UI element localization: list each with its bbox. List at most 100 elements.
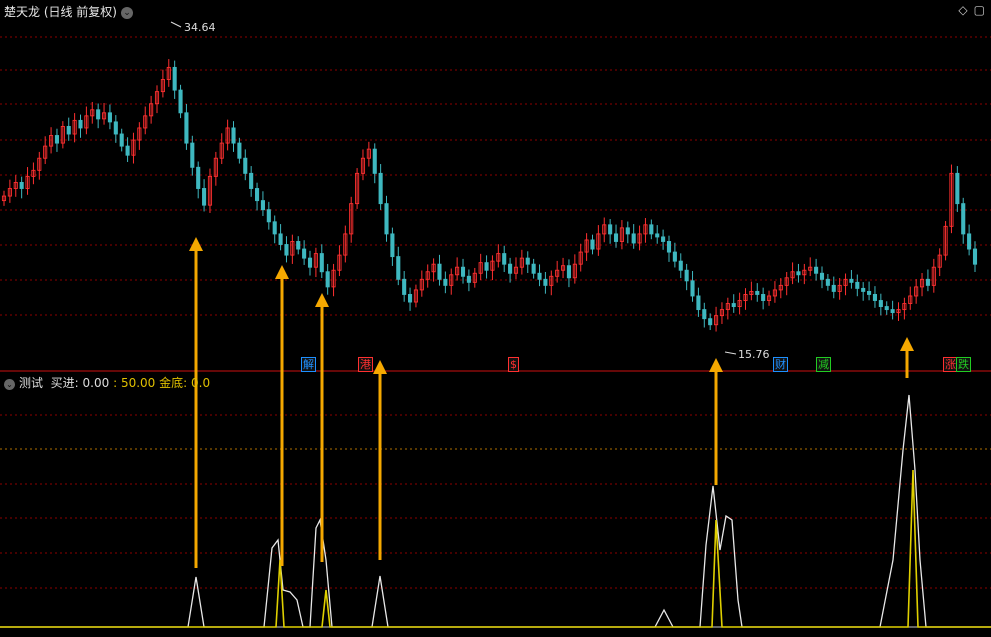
chevron-down-icon[interactable]: ⌄ [121,7,133,19]
candle-body [408,294,413,303]
candle-body [814,266,819,274]
high-marker [170,21,182,28]
candle-body [678,260,683,271]
candle-body [78,119,83,129]
candle-body [113,121,118,135]
low-price-label: 15.76 [738,348,770,361]
candle-body [266,209,271,223]
arrow-2-head [275,265,289,279]
candle-body [119,133,124,147]
candle-body [731,303,736,308]
candle-body [66,125,71,135]
candle-body [708,318,713,326]
candle-body [672,251,677,262]
candle-body [590,239,595,250]
candle-body [972,248,978,265]
candle-body [961,203,966,235]
candle-body [325,271,330,288]
event-badge[interactable]: $ [508,357,519,372]
candle-body [184,112,189,144]
arrow-3-head [315,293,329,307]
candle-body [755,290,760,295]
candle-body [867,290,872,295]
event-badge[interactable]: 解 [301,357,316,372]
candle-body [625,227,630,235]
candle-body [278,233,283,245]
chart-stage[interactable]: 34.64 15.76 [0,0,991,633]
level-value: 50.00 [120,376,156,390]
event-badge[interactable]: 跌 [956,357,971,372]
low-marker [724,351,737,355]
candle-body [508,263,513,274]
chart-canvas[interactable]: 34.64 15.76 [0,0,991,633]
arrow-4-head [373,360,387,374]
buy-value: 0.00 [82,376,110,390]
candle-body [202,188,207,206]
candle-body [272,221,277,235]
candle-body [566,265,571,279]
gold-value: 0.0 [191,376,211,390]
candle-body [296,241,301,250]
candle-body [178,89,183,114]
candle-body [237,142,242,159]
candle-body [890,309,895,314]
price-panel-title[interactable]: 楚天龙 (日线 前复权) ⌄ [4,3,133,20]
candle-body [190,142,195,168]
arrow-6-head [900,337,914,351]
candle-body [172,66,177,91]
buy-label: 买进 [50,376,75,390]
candle-body [861,287,866,292]
candle-body [925,278,930,286]
candle-body [54,135,60,144]
candle-body [396,256,401,280]
candle-body [437,263,442,280]
candle-body [302,248,307,259]
candle-body [196,166,201,189]
candle-body [460,266,466,277]
indicator-white-line [0,394,991,628]
candle-body [655,233,660,238]
candle-body [608,224,613,235]
candle-body [955,172,960,205]
candle-body [525,257,530,265]
candle-body [684,269,689,282]
candle-body [649,224,654,235]
candle-body [819,272,825,280]
arrow-1-head [189,237,203,251]
candle-body [402,278,407,295]
candle-body [855,281,860,289]
candle-body [19,181,24,189]
candle-body [243,157,248,174]
stock-title: 楚天龙 (日线 前复权) [4,5,117,19]
candle-body [967,233,972,250]
candle-body [249,172,254,189]
candle-body [390,233,395,258]
event-badge[interactable]: 减 [816,357,831,372]
diamond-icon[interactable]: ◇ [958,3,967,17]
chevron-down-icon[interactable]: ⌄ [4,379,15,390]
indicator-yellow-line [0,469,991,628]
panel-icons: ◇ ▢ [952,3,985,17]
panel-toggle-icon[interactable]: ▢ [974,3,985,17]
event-badge[interactable]: 港 [358,357,373,372]
candle-body [661,236,666,242]
indicator-name: 测试 [19,376,44,390]
indicator-panel-title[interactable]: ⌄ 测试 买进: 0.00 : 50.00 金底: 0.0 [4,374,210,391]
candle-body [796,271,801,276]
candle-body [125,145,130,156]
candle-body [543,278,548,286]
event-badge[interactable]: 财 [773,357,788,372]
candle-body [443,278,448,286]
candle-body [537,272,542,280]
high-price-label: 34.64 [184,21,216,34]
candle-body [231,127,236,144]
candle-body [696,295,701,311]
candle-body [631,233,636,244]
candle-body [254,188,260,202]
candle-body [878,300,883,308]
candle-body [260,200,265,211]
candle-body [319,253,324,273]
candle-body [761,294,766,301]
candle-body [849,278,854,283]
candle-body [378,172,383,205]
